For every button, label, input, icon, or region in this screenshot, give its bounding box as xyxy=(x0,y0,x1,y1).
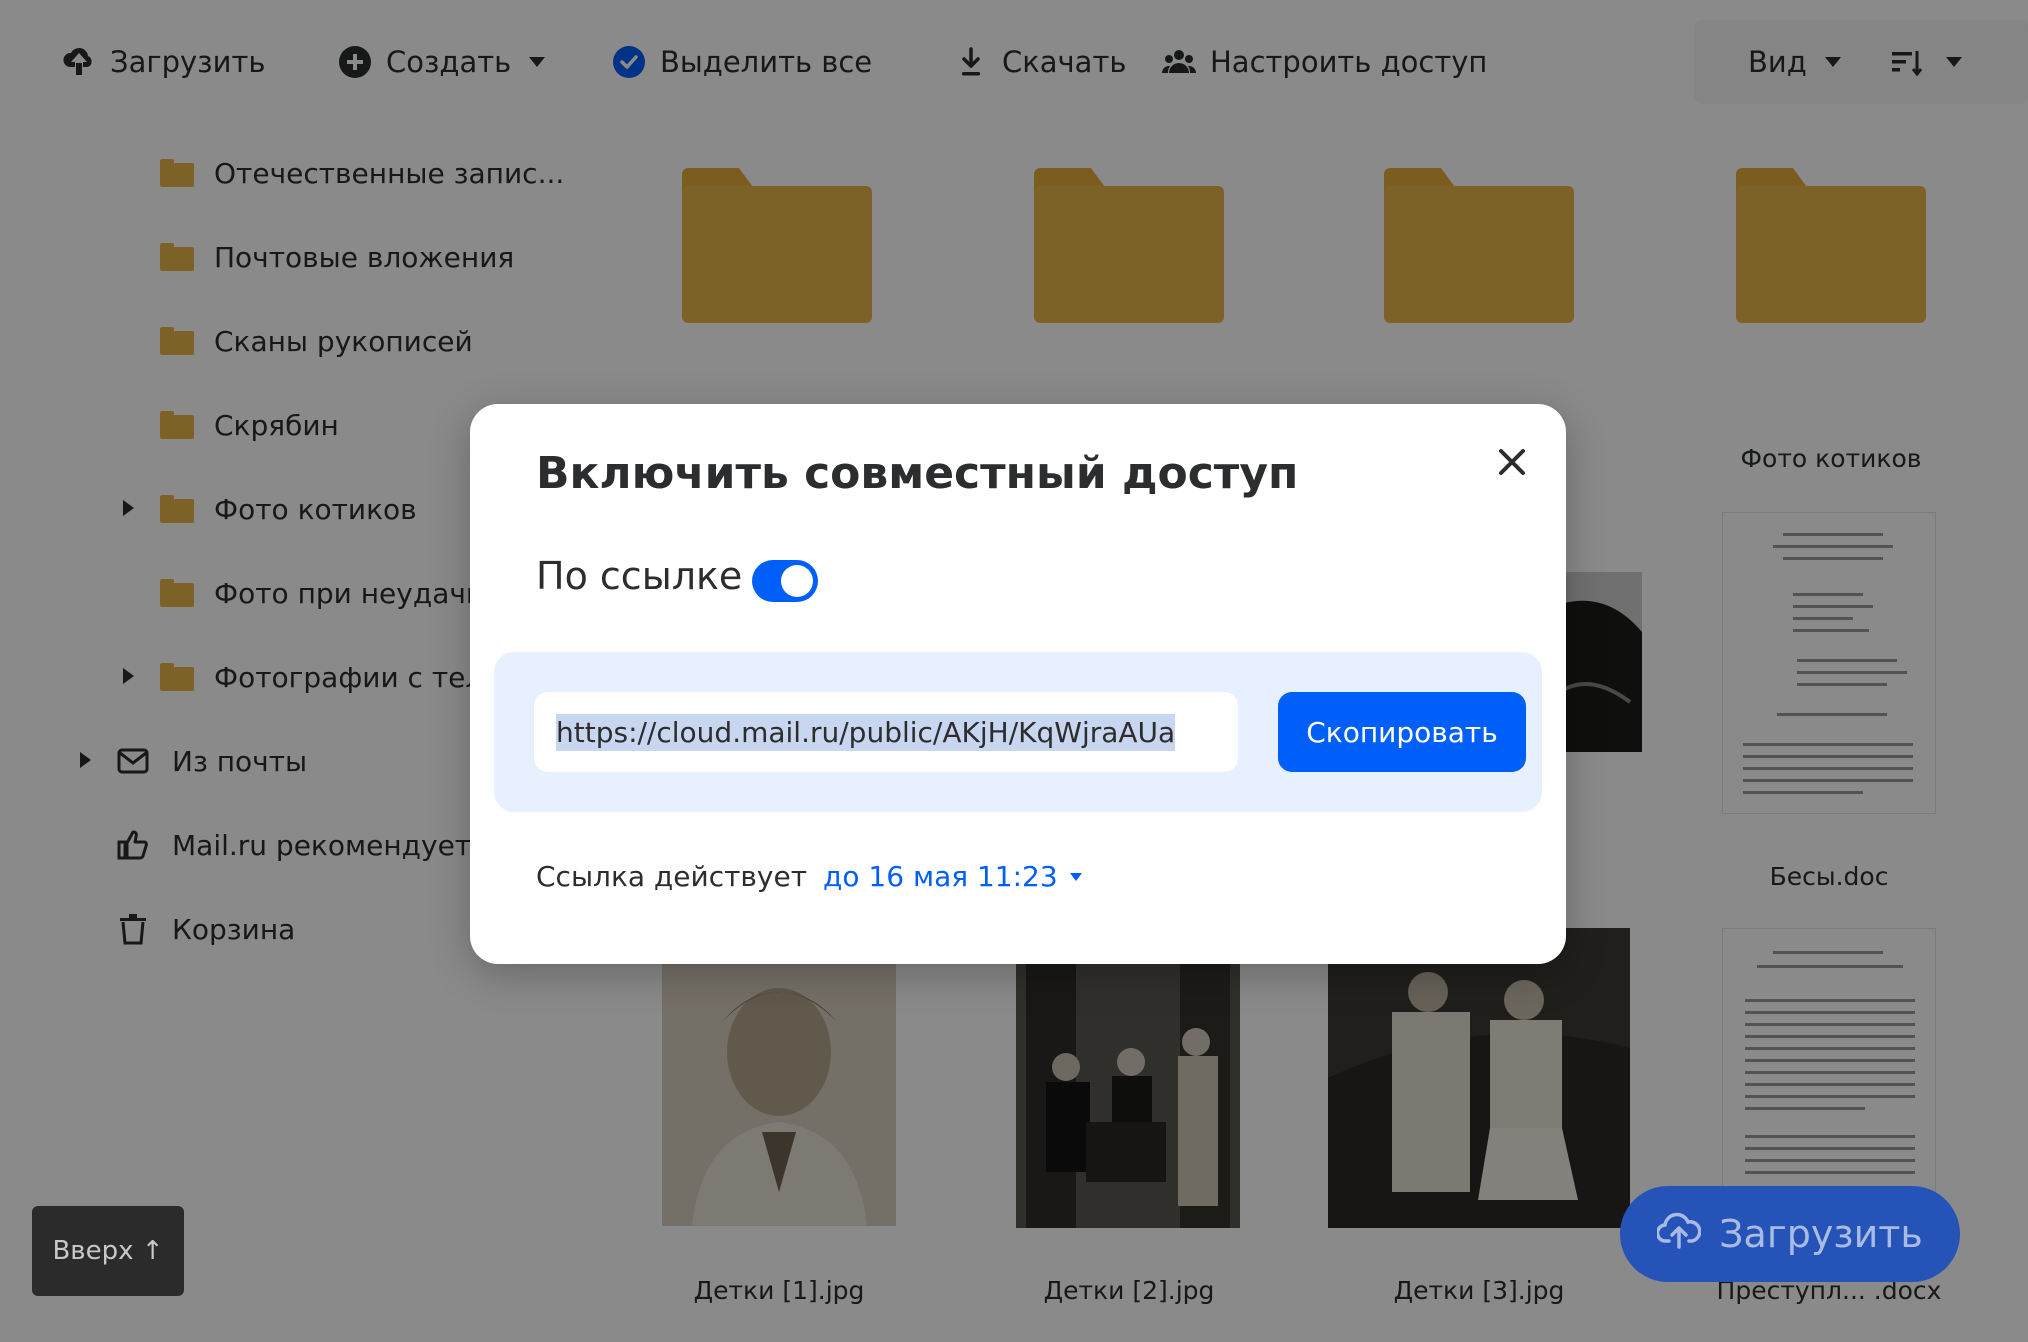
link-expiry-dropdown[interactable]: до 16 мая 11:23 xyxy=(823,860,1082,893)
link-expiry-row: Ссылка действует до 16 мая 11:23 xyxy=(536,860,1082,893)
share-link-text: https://cloud.mail.ru/public/AKjH/KqWjra… xyxy=(556,713,1176,751)
share-link-field[interactable]: https://cloud.mail.ru/public/AKjH/KqWjra… xyxy=(534,692,1238,772)
cloud-page: Загрузить Создать Выделить все Скачать Н… xyxy=(0,0,2028,1342)
share-dialog: Включить совместный доступ По ссылке htt… xyxy=(470,404,1566,964)
back-to-top-button[interactable]: Вверх ↑ xyxy=(32,1206,184,1296)
link-toggle-label: По ссылке xyxy=(536,554,743,598)
link-toggle-switch[interactable] xyxy=(752,560,818,602)
link-panel: https://cloud.mail.ru/public/AKjH/KqWjra… xyxy=(494,652,1542,812)
floating-upload-label: Загрузить xyxy=(1719,1212,1923,1256)
link-expiry-value: до 16 мая 11:23 xyxy=(823,860,1058,893)
close-icon xyxy=(1499,449,1525,475)
dialog-title: Включить совместный доступ xyxy=(536,448,1299,499)
link-expiry-prefix: Ссылка действует xyxy=(536,860,808,893)
toggle-knob xyxy=(781,565,813,597)
cloud-upload-icon xyxy=(1655,1211,1702,1258)
close-button[interactable] xyxy=(1488,438,1536,486)
chevron-down-icon xyxy=(1069,872,1082,881)
copy-link-button[interactable]: Скопировать xyxy=(1278,692,1526,772)
floating-upload-button[interactable]: Загрузить xyxy=(1620,1186,1960,1282)
